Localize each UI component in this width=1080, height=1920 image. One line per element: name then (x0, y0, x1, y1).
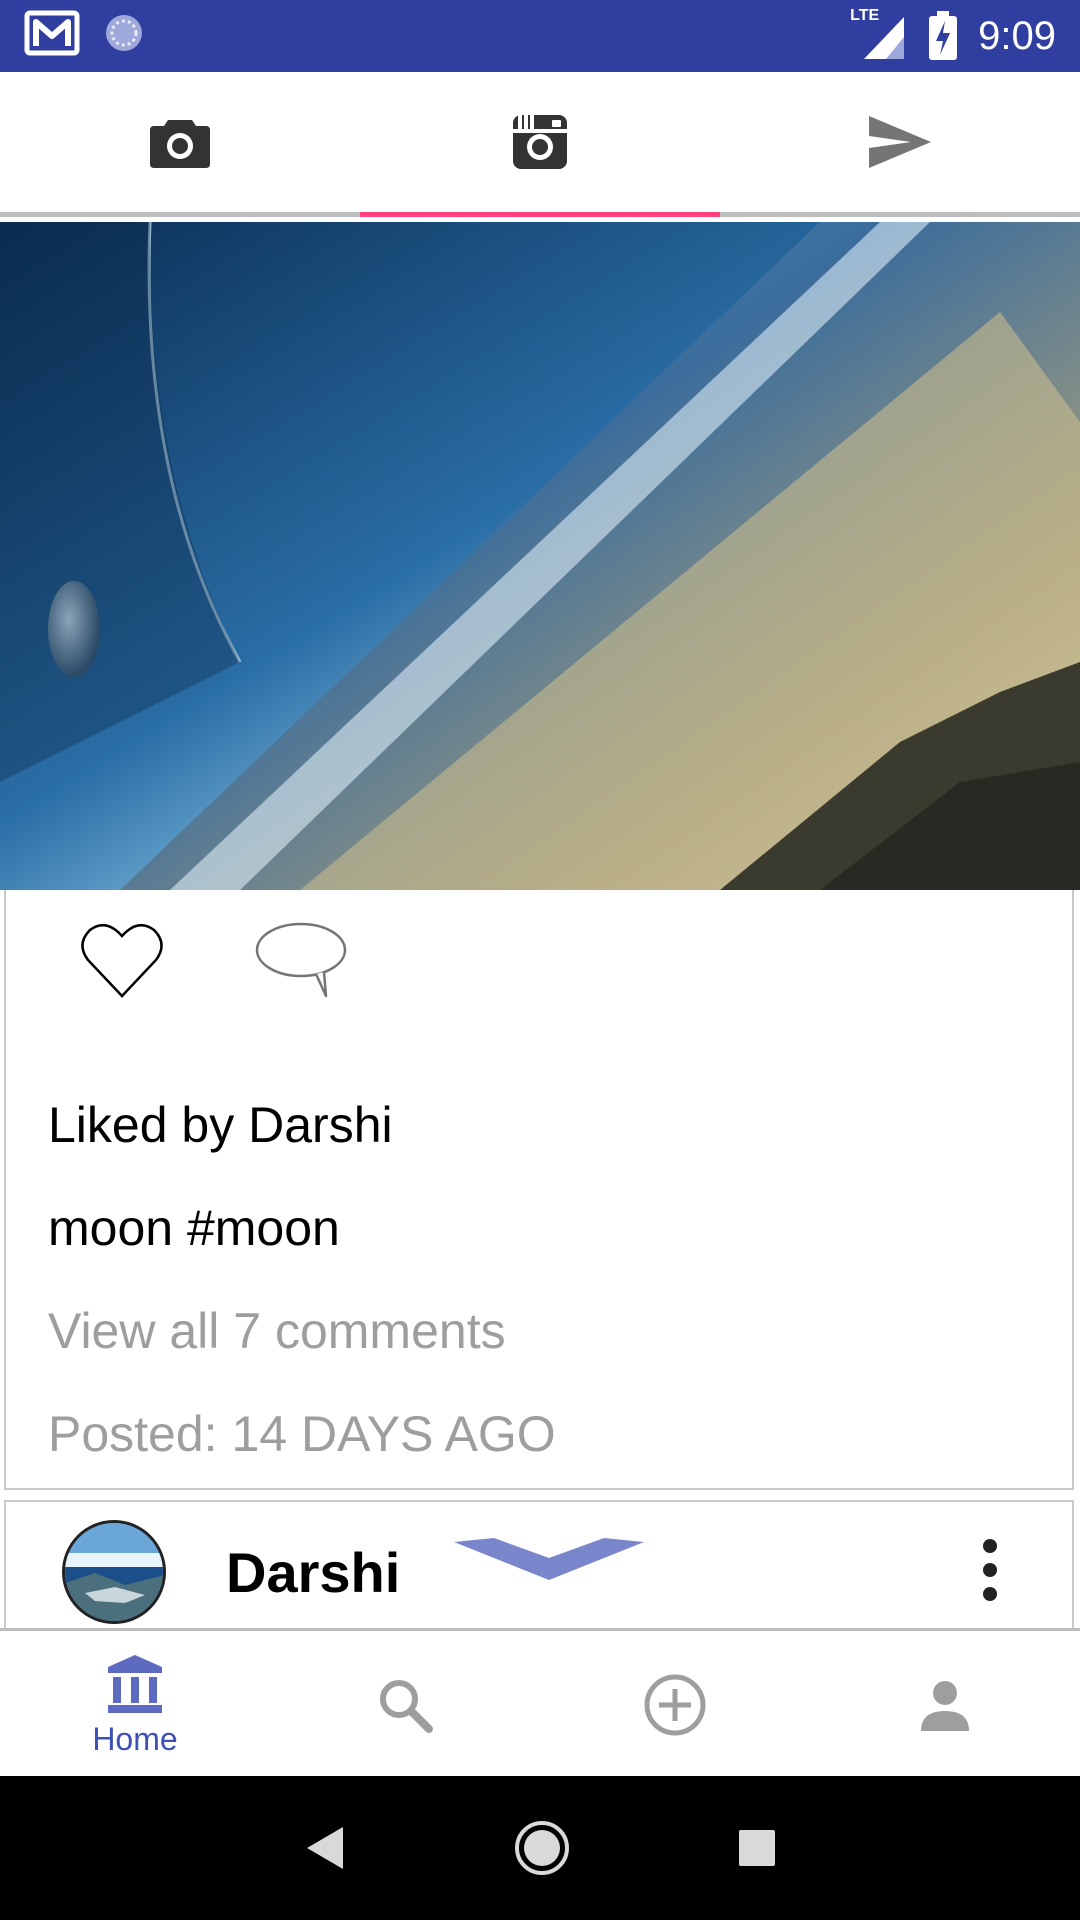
post-caption: moon #moon (48, 1200, 340, 1256)
comment-bubble-icon[interactable] (254, 920, 348, 1000)
view-comments-link[interactable]: View all 7 comments (48, 1302, 506, 1360)
nav-home-label: Home (92, 1720, 178, 1757)
like-heart-icon[interactable] (80, 920, 164, 1000)
avatar[interactable] (62, 1520, 166, 1624)
instagram-icon (513, 115, 567, 169)
gmail-icon (24, 10, 80, 56)
post-card: Liked by Darshi moon #moon View all 7 co… (4, 890, 1074, 1490)
chevron-down-icon[interactable] (454, 1532, 644, 1584)
status-bar: LTE 9:09 (0, 0, 1080, 72)
profile-icon (921, 1681, 969, 1731)
send-icon (869, 116, 931, 168)
search-icon (380, 1680, 433, 1733)
bottom-navigation: Home (0, 1628, 1080, 1779)
posted-time: Posted: 14 DAYS AGO (48, 1406, 556, 1462)
sync-icon (106, 15, 142, 51)
signal-icon: LTE (850, 7, 908, 61)
home-icon (108, 1654, 162, 1713)
back-icon[interactable] (303, 1825, 347, 1871)
recents-icon[interactable] (737, 1828, 777, 1868)
tab-camera[interactable] (0, 72, 360, 212)
nav-add[interactable] (540, 1631, 810, 1779)
liked-by-text[interactable]: Liked by Darshi (48, 1096, 393, 1154)
post-image[interactable] (0, 222, 1080, 890)
post-username[interactable]: Darshi (226, 1540, 400, 1605)
tab-send[interactable] (720, 72, 1080, 212)
status-time: 9:09 (978, 13, 1056, 58)
add-circle-icon (644, 1674, 706, 1736)
tab-instagram[interactable] (360, 72, 720, 217)
camera-icon (150, 120, 210, 168)
more-vert-icon[interactable] (982, 1538, 998, 1602)
top-tab-bar (0, 72, 1080, 217)
nav-home[interactable]: Home (0, 1631, 270, 1779)
system-navigation-bar (0, 1776, 1080, 1920)
home-circle-icon[interactable] (513, 1819, 571, 1877)
battery-charging-icon (929, 11, 958, 60)
next-post-card: Darshi (4, 1500, 1074, 1630)
planet-photo (0, 222, 1080, 890)
nav-profile[interactable] (810, 1631, 1080, 1779)
nav-search[interactable] (270, 1631, 540, 1779)
